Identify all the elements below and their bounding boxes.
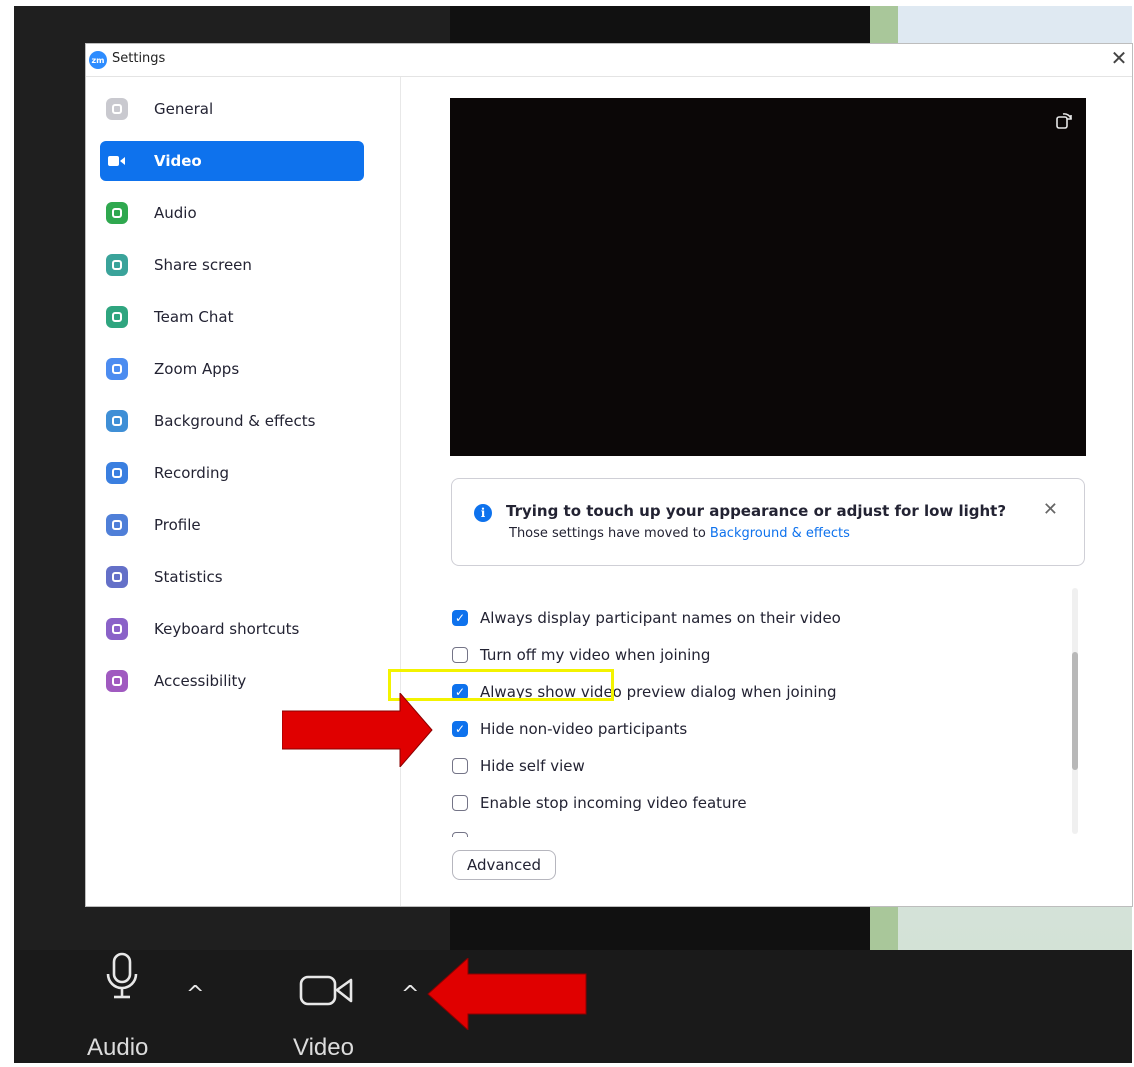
headphones-icon [106,202,128,224]
notice-body: Those settings have moved to Background … [509,526,850,541]
sidebar-item-label: Keyboard shortcuts [154,620,300,638]
chat-icon [106,306,128,328]
sidebar-item-zoom-apps[interactable]: Zoom Apps [100,349,364,389]
checkbox-unchecked[interactable] [452,795,468,811]
checkbox-unchecked[interactable] [452,832,468,837]
sidebar-item-recording[interactable]: Recording [100,453,364,493]
sidebar-item-label: Recording [154,464,230,482]
options-scrollbar-thumb[interactable] [1072,652,1078,770]
video-option-label: Always display participant names on thei… [480,609,841,627]
video-label[interactable]: Video [293,1034,354,1062]
settings-sidebar: General Video Audio Share screen Team Chat Zo… [86,77,401,906]
info-icon: i [474,504,492,522]
notice-title: Trying to touch up your appearance or ad… [506,502,1007,520]
video-option-label: Hide self view [480,757,585,775]
notice-close-icon[interactable]: ✕ [1043,499,1058,520]
notice-body-text: Those settings have moved to [509,526,710,541]
profile-icon [106,514,128,536]
sidebar-item-label: Team Chat [154,308,234,326]
sidebar-item-label: Profile [154,516,201,534]
sidebar-item-background-effects[interactable]: Background & effects [100,401,364,441]
microphone-icon[interactable] [102,950,142,1002]
accessibility-icon [106,670,128,692]
settings-dialog: zm Settings ✕ General Video Audio Share scr… [86,44,1132,906]
sidebar-item-general[interactable]: General [100,89,364,129]
video-option-row[interactable]: ✓ Always display participant names on the… [452,607,841,629]
red-arrow-right-icon [282,693,433,767]
video-preview [450,98,1086,456]
moved-settings-notice: i Trying to touch up your appearance or … [451,478,1085,566]
audio-label[interactable]: Audio [87,1034,148,1062]
video-option-row[interactable] [452,829,480,837]
video-camera-icon [106,150,128,172]
checkbox-checked[interactable]: ✓ [452,721,468,737]
rotate-camera-icon[interactable] [1054,110,1074,130]
sidebar-item-label: Audio [154,204,197,222]
video-option-label: Turn off my video when joining [480,646,711,664]
gear-icon [106,98,128,120]
video-option-row[interactable]: ✓ Hide non-video participants [452,718,687,740]
red-arrow-left-icon [427,958,587,1030]
statistics-icon [106,566,128,588]
share-screen-icon [106,254,128,276]
sidebar-item-label: Accessibility [154,672,247,690]
checkbox-unchecked[interactable] [452,647,468,663]
sidebar-item-label: General [154,100,214,118]
background-icon [106,410,128,432]
video-options-list: ✓ Always display participant names on the… [452,594,1072,837]
sidebar-item-audio[interactable]: Audio [100,193,364,233]
video-option-label: Hide non-video participants [480,720,688,738]
close-icon[interactable]: ✕ [1108,46,1130,70]
settings-titlebar: zm Settings ✕ [86,44,1132,77]
video-option-label: Enable stop incoming video feature [480,794,747,812]
checkbox-unchecked[interactable] [452,758,468,774]
sidebar-item-label: Background & effects [154,412,316,430]
background-effects-link[interactable]: Background & effects [710,526,850,541]
sidebar-item-label: Statistics [154,568,223,586]
zoom-logo-icon: zm [89,51,107,69]
advanced-button[interactable]: Advanced [452,850,556,880]
video-camera-icon[interactable] [299,974,355,1008]
video-option-row[interactable]: Turn off my video when joining [452,644,710,666]
sidebar-item-statistics[interactable]: Statistics [100,557,364,597]
sidebar-item-team-chat[interactable]: Team Chat [100,297,364,337]
record-icon [106,462,128,484]
sidebar-item-label: Video [154,152,202,170]
sidebar-item-share-screen[interactable]: Share screen [100,245,364,285]
sidebar-item-label: Zoom Apps [154,360,240,378]
video-option-row[interactable]: Enable stop incoming video feature [452,792,747,814]
checkbox-checked[interactable]: ✓ [452,610,468,626]
keyboard-icon [106,618,128,640]
video-options-caret[interactable]: ^ [401,982,419,1007]
sidebar-item-label: Share screen [154,256,252,274]
apps-icon [106,358,128,380]
sidebar-item-video[interactable]: Video [100,141,364,181]
window-title: Settings [112,51,166,66]
audio-options-caret[interactable]: ^ [186,982,204,1007]
video-option-row[interactable]: Hide self view [452,755,585,777]
sidebar-item-keyboard-shortcuts[interactable]: Keyboard shortcuts [100,609,364,649]
sidebar-item-profile[interactable]: Profile [100,505,364,545]
